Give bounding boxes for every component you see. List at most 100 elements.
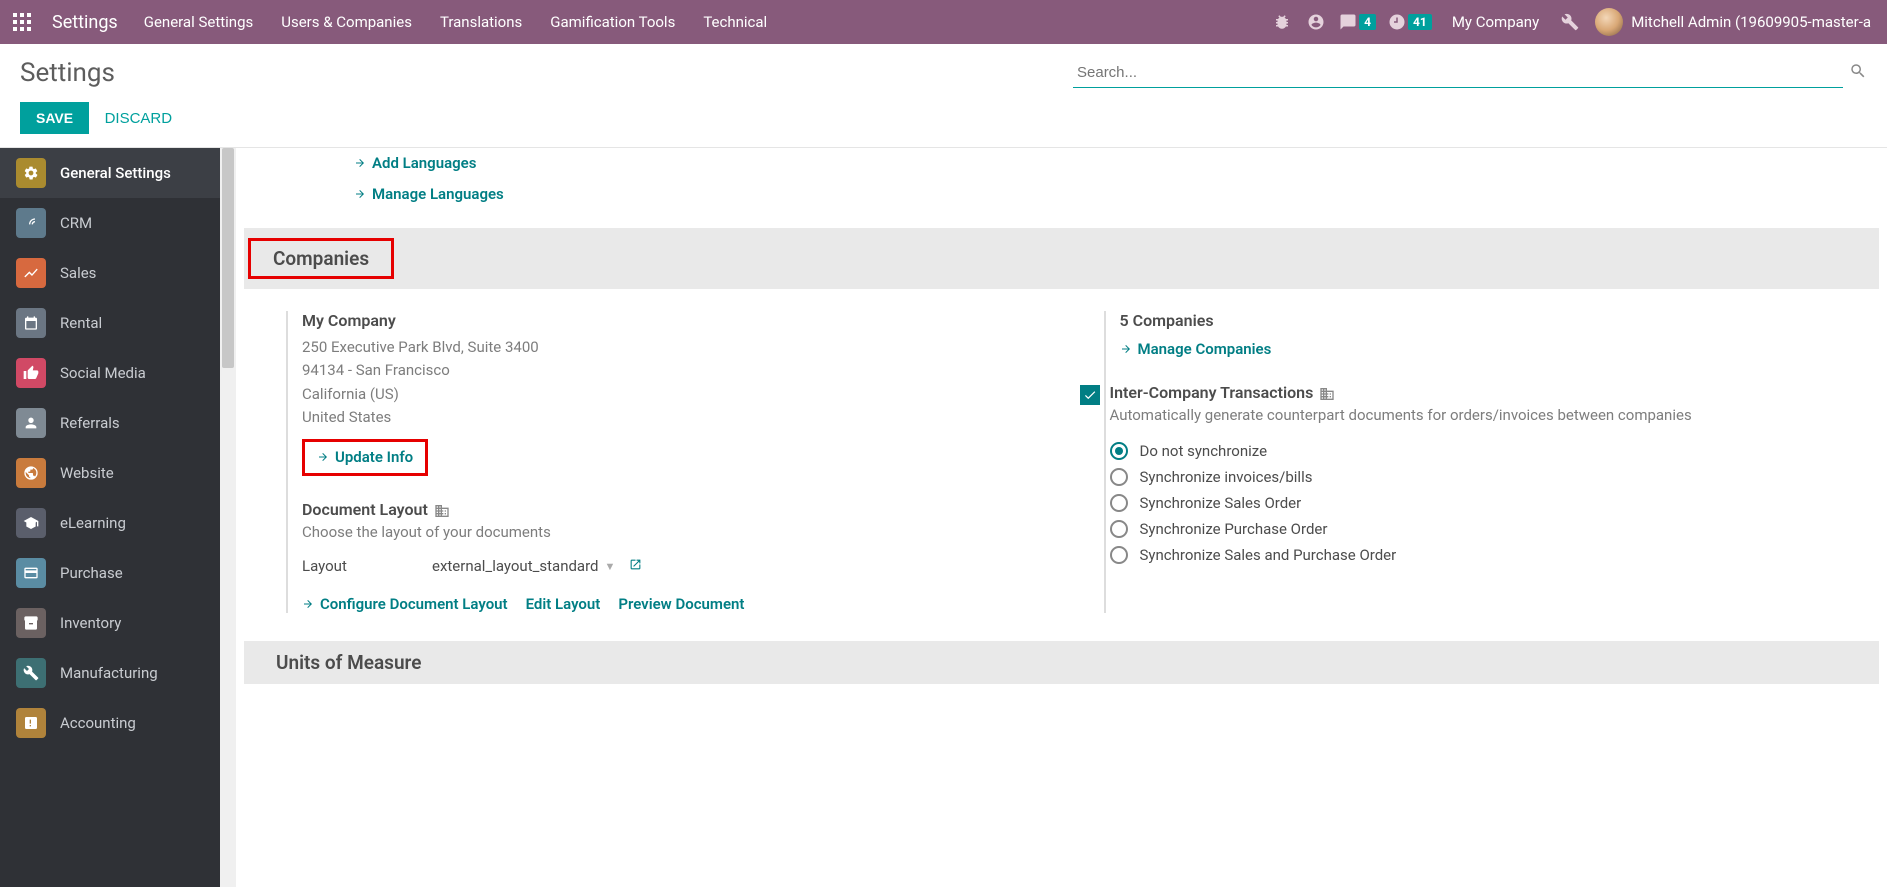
sidebar-label: eLearning xyxy=(60,514,126,532)
clock-icon xyxy=(1388,13,1406,31)
building-icon xyxy=(434,500,450,519)
building-icon xyxy=(1319,383,1335,402)
tools-icon[interactable] xyxy=(1553,13,1587,31)
sidebar-item-general[interactable]: General Settings xyxy=(0,148,220,198)
sidebar-label: Social Media xyxy=(60,364,146,382)
edit-layout-link[interactable]: Edit Layout xyxy=(526,595,601,613)
manage-companies-link[interactable]: Manage Companies xyxy=(1120,340,1272,358)
sidebar-label: CRM xyxy=(60,214,92,232)
activity-count: 41 xyxy=(1408,14,1432,30)
sidebar-label: Inventory xyxy=(60,614,121,632)
sidebar-label: Manufacturing xyxy=(60,664,158,682)
nav-gamification[interactable]: Gamification Tools xyxy=(536,13,689,31)
sidebar-item-rental[interactable]: Rental xyxy=(0,298,220,348)
user-name: Mitchell Admin (19609905-master-a xyxy=(1631,13,1871,31)
top-navbar: Settings General Settings Users & Compan… xyxy=(0,0,1887,44)
sidebar-item-accounting[interactable]: Accounting xyxy=(0,698,220,748)
layout-select[interactable]: external_layout_standard▼ xyxy=(432,557,642,575)
card-icon xyxy=(16,558,46,588)
external-link-icon[interactable] xyxy=(621,557,642,575)
company-name: My Company xyxy=(302,311,1042,330)
nav-technical[interactable]: Technical xyxy=(689,13,781,31)
nav-users-companies[interactable]: Users & Companies xyxy=(267,13,426,31)
sidebar-item-website[interactable]: Website xyxy=(0,448,220,498)
apps-button[interactable] xyxy=(8,8,36,36)
nav-general-settings[interactable]: General Settings xyxy=(130,13,268,31)
company-addr3: California (US) xyxy=(302,383,1042,406)
radio-sync-so[interactable]: Synchronize Sales Order xyxy=(1110,494,1860,512)
companies-count: 5 Companies xyxy=(1120,311,1860,330)
sidebar: General Settings CRM Sales Rental Social… xyxy=(0,148,220,887)
update-info-link[interactable]: Update Info xyxy=(317,448,413,466)
sidebar-item-crm[interactable]: CRM xyxy=(0,198,220,248)
doc-layout-desc: Choose the layout of your documents xyxy=(302,523,1042,541)
inter-company-checkbox[interactable] xyxy=(1080,385,1100,405)
companies-section-header: Companies xyxy=(244,228,1879,289)
manage-languages-link[interactable]: Manage Languages xyxy=(354,185,504,203)
preview-doc-link[interactable]: Preview Document xyxy=(618,595,744,613)
apps-icon xyxy=(13,13,31,31)
thumbs-up-icon xyxy=(16,358,46,388)
calendar-icon xyxy=(16,308,46,338)
sidebar-label: Sales xyxy=(60,264,96,282)
save-button[interactable]: SAVE xyxy=(20,102,89,134)
control-panel: Settings xyxy=(0,44,1887,88)
cap-icon xyxy=(16,508,46,538)
user-icon xyxy=(16,408,46,438)
search-wrapper xyxy=(135,58,1867,88)
scrollbar[interactable] xyxy=(220,148,236,887)
wrench-icon xyxy=(16,658,46,688)
company-addr2: 94134 - San Francisco xyxy=(302,359,1042,382)
chat-button[interactable]: 4 xyxy=(1333,13,1382,31)
radio-no-sync[interactable]: Do not synchronize xyxy=(1110,442,1860,460)
radio-sync-invoices[interactable]: Synchronize invoices/bills xyxy=(1110,468,1860,486)
caret-down-icon: ▼ xyxy=(605,560,616,573)
action-buttons: SAVE DISCARD xyxy=(0,88,1887,145)
sidebar-item-sales[interactable]: Sales xyxy=(0,248,220,298)
chart-icon xyxy=(16,258,46,288)
sidebar-item-social[interactable]: Social Media xyxy=(0,348,220,398)
avatar xyxy=(1595,8,1623,36)
search-icon[interactable] xyxy=(1849,62,1867,84)
add-languages-link[interactable]: Add Languages xyxy=(354,154,476,172)
company-addr1: 250 Executive Park Blvd, Suite 3400 xyxy=(302,336,1042,359)
search-input[interactable] xyxy=(1073,58,1843,88)
inter-company-title: Inter-Company Transactions xyxy=(1110,383,1860,402)
units-section-header: Units of Measure xyxy=(244,641,1879,684)
nav-brand[interactable]: Settings xyxy=(40,12,130,33)
page-title: Settings xyxy=(20,58,115,88)
configure-doc-layout-link[interactable]: Configure Document Layout xyxy=(302,595,508,613)
sidebar-label: Purchase xyxy=(60,564,123,582)
bug-icon[interactable] xyxy=(1265,13,1299,31)
sidebar-label: Website xyxy=(60,464,114,482)
sidebar-label: Accounting xyxy=(60,714,136,732)
content-area: Add Languages Manage Languages Companies… xyxy=(236,148,1887,887)
sidebar-label: Rental xyxy=(60,314,102,332)
doc-layout-title: Document Layout xyxy=(302,500,1042,519)
sidebar-label: Referrals xyxy=(60,414,120,432)
inter-company-desc: Automatically generate counterpart docum… xyxy=(1110,406,1860,424)
layout-label: Layout xyxy=(302,557,402,575)
sidebar-item-purchase[interactable]: Purchase xyxy=(0,548,220,598)
discard-button[interactable]: DISCARD xyxy=(93,102,185,135)
invoice-icon xyxy=(16,708,46,738)
support-icon[interactable] xyxy=(1299,13,1333,31)
company-addr4: United States xyxy=(302,406,1042,429)
gear-icon xyxy=(16,158,46,188)
sidebar-item-manufacturing[interactable]: Manufacturing xyxy=(0,648,220,698)
user-menu[interactable]: Mitchell Admin (19609905-master-a xyxy=(1587,8,1879,36)
company-switch[interactable]: My Company xyxy=(1438,13,1553,31)
globe-icon xyxy=(16,458,46,488)
radio-sync-both[interactable]: Synchronize Sales and Purchase Order xyxy=(1110,546,1860,564)
box-icon xyxy=(16,608,46,638)
chat-count: 4 xyxy=(1359,14,1376,30)
sidebar-item-inventory[interactable]: Inventory xyxy=(0,598,220,648)
sidebar-item-referrals[interactable]: Referrals xyxy=(0,398,220,448)
sidebar-item-elearning[interactable]: eLearning xyxy=(0,498,220,548)
sidebar-label: General Settings xyxy=(60,164,171,182)
chat-icon xyxy=(1339,13,1357,31)
handshake-icon xyxy=(16,208,46,238)
radio-sync-po[interactable]: Synchronize Purchase Order xyxy=(1110,520,1860,538)
nav-translations[interactable]: Translations xyxy=(426,13,536,31)
activity-button[interactable]: 41 xyxy=(1382,13,1438,31)
